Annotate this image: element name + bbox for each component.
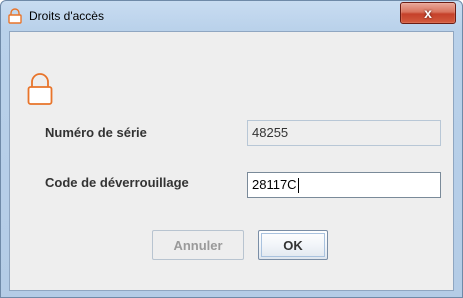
unlock-code-label: Code de déverrouillage <box>45 175 189 190</box>
close-button[interactable]: x <box>400 2 456 24</box>
ok-button-label: OK <box>283 237 303 253</box>
title-bar[interactable]: Droits d'accès x <box>1 1 462 31</box>
serial-number-field: 48255 <box>247 120 441 146</box>
ok-button[interactable]: OK <box>258 230 328 260</box>
unlock-code-input[interactable]: 28117C <box>247 172 441 198</box>
close-icon: x <box>424 5 432 21</box>
cancel-button[interactable]: Annuler <box>152 230 244 260</box>
unlock-code-value: 28117C <box>252 177 297 192</box>
lock-icon <box>7 8 23 24</box>
lock-icon <box>27 72 53 106</box>
text-caret <box>297 178 299 194</box>
serial-number-label: Numéro de série <box>45 125 147 140</box>
window-title: Droits d'accès <box>29 9 104 23</box>
